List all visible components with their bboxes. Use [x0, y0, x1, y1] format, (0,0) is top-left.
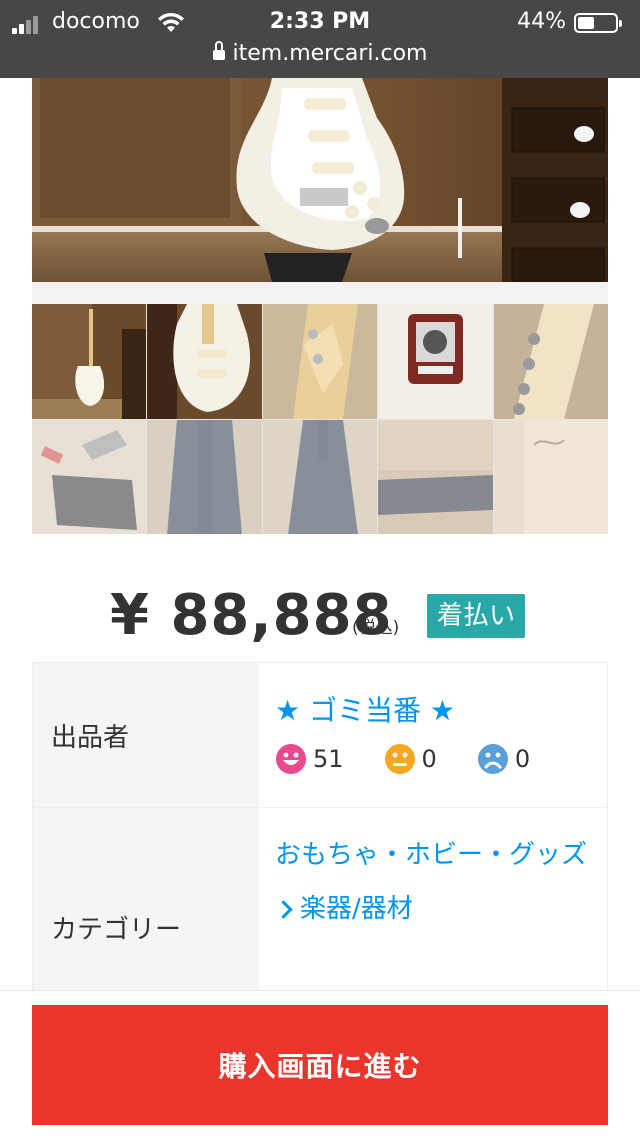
seller-name-link[interactable]: ★ ゴミ当番 ★: [275, 663, 591, 729]
price-amount: ¥ 88,888: [110, 583, 393, 648]
smile-face-icon: [276, 744, 306, 774]
neutral-face-icon: [384, 744, 415, 774]
battery-icon: [574, 13, 622, 33]
thumbnail-7[interactable]: [147, 419, 262, 534]
seller-ratings: 51 0 0: [275, 743, 591, 805]
thumbnail-9[interactable]: [378, 419, 493, 534]
sad-face-icon: [477, 744, 508, 774]
rating-bad-count: 0: [514, 745, 531, 773]
thumbnail-6[interactable]: [32, 419, 147, 534]
buy-button[interactable]: 購入画面に進む: [32, 1005, 608, 1125]
rating-bad: 0: [477, 743, 530, 775]
category-sub-link[interactable]: 楽器/器材: [274, 894, 591, 924]
seller-label: 出品者: [33, 663, 259, 807]
thumbnail-grid: [32, 304, 608, 534]
url-text: item.mercari.com: [232, 41, 428, 66]
rating-good-count: 51: [313, 745, 344, 773]
seller-row: 出品者 ★ ゴミ当番 ★ 51 0 0: [33, 663, 607, 808]
thumbnail-10[interactable]: [493, 419, 608, 534]
main-product-photo[interactable]: [32, 78, 608, 282]
status-bar: docomo 2:33 PM 44% item.mercari.com: [0, 0, 640, 78]
thumbnail-3[interactable]: [262, 304, 378, 419]
category-main-link[interactable]: おもちゃ・ホビー・グッズ: [275, 808, 591, 870]
rating-normal: 0: [384, 743, 437, 775]
category-sub-text: 楽器/器材: [300, 894, 413, 924]
rating-normal-count: 0: [421, 745, 437, 773]
tax-label: (税込): [352, 618, 400, 638]
shipping-badge: 着払い: [427, 594, 526, 638]
price-section: ¥ 88,888 (税込) 着払い: [0, 580, 640, 660]
thumbnail-8[interactable]: [262, 419, 378, 534]
seller-value: ★ ゴミ当番 ★ 51 0 0: [259, 663, 607, 807]
guitar-photo-image: [32, 78, 608, 282]
url-bar[interactable]: item.mercari.com: [0, 40, 640, 68]
chevron-right-icon: [274, 899, 293, 919]
thumbnail-1[interactable]: [32, 304, 147, 419]
bottom-action-bar: 購入画面に進む: [0, 990, 640, 1136]
thumbnail-4[interactable]: [378, 304, 493, 419]
lock-icon: [212, 41, 225, 61]
thumbnail-5[interactable]: [493, 304, 608, 419]
rating-good: 51: [275, 743, 344, 775]
thumbnail-2[interactable]: [147, 304, 262, 419]
battery-percent: 44%: [517, 9, 566, 34]
photo-divider: [32, 282, 608, 304]
